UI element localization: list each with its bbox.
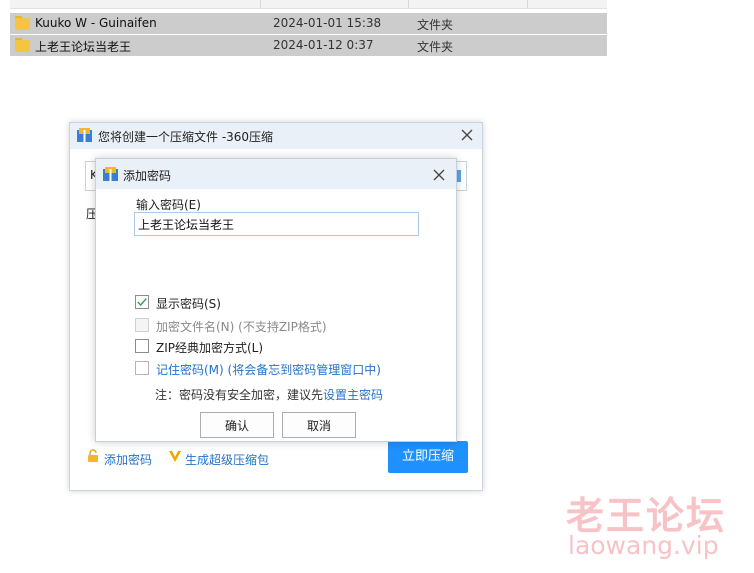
confirm-button[interactable]: 确认 [200, 412, 274, 438]
archive-app-icon [77, 128, 92, 142]
close-icon[interactable] [458, 126, 476, 144]
folder-icon [15, 38, 30, 52]
password-input[interactable]: 上老王论坛当老王 [134, 212, 419, 236]
remember-password-label: 记住密码(M) (将会备忘到密码管理窗口中) [156, 363, 381, 377]
column-divider [408, 0, 409, 8]
add-password-title: 添加密码 [123, 169, 172, 183]
zip-classic-label: ZIP经典加密方式(L) [156, 341, 264, 355]
file-type: 文件夹 [417, 18, 454, 32]
file-name: Kuuko W - Guinaifen [35, 16, 157, 30]
folder-icon [15, 16, 30, 30]
column-divider [527, 0, 528, 8]
compress-now-button[interactable]: 立即压缩 [388, 441, 468, 473]
add-password-link[interactable]: 添加密码 [104, 451, 152, 468]
add-password-dialog: 添加密码 输入密码(E) 上老王论坛当老王 显示密码(S) 加密文件名(N) (… [95, 158, 457, 442]
file-date: 2024-01-01 15:38 [273, 16, 382, 30]
show-password-label: 显示密码(S) [156, 297, 221, 311]
file-row[interactable]: Kuuko W - Guinaifen 2024-01-01 15:38 文件夹 [10, 13, 607, 34]
set-master-password-link[interactable]: 设置主密码 [323, 388, 383, 402]
show-password-checkbox[interactable] [135, 295, 149, 309]
encrypt-filenames-label: 加密文件名(N) (不支持ZIP格式) [156, 320, 327, 334]
super-package-link[interactable]: 生成超级压缩包 [185, 451, 269, 468]
compress-dialog-titlebar[interactable]: 您将创建一个压缩文件 -360压缩 [70, 123, 482, 149]
add-password-titlebar[interactable]: 添加密码 [96, 159, 456, 189]
zip-classic-checkbox[interactable] [135, 339, 149, 353]
password-label: 输入密码(E) [136, 198, 201, 212]
file-name: 上老王论坛当老王 [35, 40, 132, 54]
lock-icon [88, 449, 98, 462]
archive-app-icon [103, 167, 118, 181]
close-icon[interactable] [430, 166, 448, 184]
checkmark-icon [137, 298, 147, 307]
list-header-strip [10, 0, 607, 9]
remember-password-checkbox[interactable] [135, 361, 149, 375]
encrypt-filenames-checkbox [135, 318, 149, 332]
watermark-url: laowang.vip [568, 531, 719, 560]
file-row[interactable]: 上老王论坛当老王 2024-01-12 0:37 文件夹 [10, 35, 607, 56]
password-note: 注：密码没有安全加密，建议先设置主密码 [155, 386, 383, 403]
note-text: 注：密码没有安全加密，建议先 [155, 388, 324, 402]
file-type: 文件夹 [417, 40, 454, 54]
file-date: 2024-01-12 0:37 [273, 38, 374, 52]
column-divider [260, 0, 261, 8]
file-explorer-list: Kuuko W - Guinaifen 2024-01-01 15:38 文件夹… [0, 0, 754, 60]
super-package-icon [169, 451, 181, 462]
compress-dialog-title: 您将创建一个压缩文件 -360压缩 [98, 130, 274, 144]
cancel-button[interactable]: 取消 [282, 412, 356, 438]
